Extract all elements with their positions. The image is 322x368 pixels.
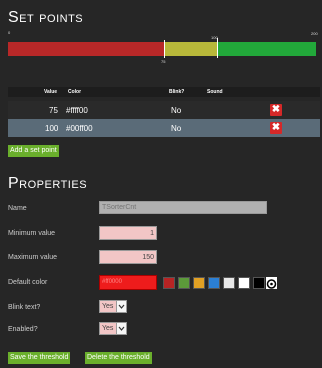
swatch-green[interactable] bbox=[178, 277, 190, 289]
row-value: 100 bbox=[45, 124, 59, 133]
swatch-orange[interactable] bbox=[193, 277, 205, 289]
enabled-select[interactable]: Yes bbox=[99, 322, 127, 335]
chevron-down-icon[interactable] bbox=[116, 323, 126, 334]
row-value: 75 bbox=[49, 106, 58, 115]
col-color: Color bbox=[68, 89, 82, 95]
table-header: Value Color Blink? Sound bbox=[8, 87, 320, 97]
name-label: Name bbox=[8, 205, 27, 212]
setpoints-title: Set points bbox=[8, 9, 84, 26]
swatch-lightgray[interactable] bbox=[223, 277, 235, 289]
bar-segment-red bbox=[8, 42, 164, 56]
blink-text-select[interactable]: Yes bbox=[99, 300, 127, 313]
marker-75[interactable] bbox=[164, 40, 165, 58]
table-row[interactable]: 100 #00ff00 No ✖ bbox=[8, 119, 320, 137]
threshold-bar bbox=[8, 38, 316, 58]
blink-select-value: Yes bbox=[102, 303, 114, 310]
name-input[interactable] bbox=[99, 201, 267, 214]
col-sound: Sound bbox=[207, 89, 223, 95]
color-picker-icon[interactable] bbox=[266, 277, 277, 289]
chevron-down-icon[interactable] bbox=[116, 301, 126, 312]
scale-marker-label: 75 bbox=[161, 59, 166, 64]
row-blink: No bbox=[171, 106, 182, 115]
scale-min-label: 0 bbox=[8, 30, 11, 35]
add-setpoint-button[interactable]: Add a set point bbox=[8, 145, 59, 157]
color-swatches bbox=[163, 277, 277, 289]
properties-title: Properties bbox=[8, 175, 88, 192]
bar-segment-yellow bbox=[164, 42, 218, 56]
enabled-select-value: Yes bbox=[102, 325, 114, 332]
min-value-input[interactable]: 1 bbox=[99, 226, 157, 240]
delete-setpoint-button[interactable]: ✖ bbox=[270, 104, 282, 116]
row-blink: No bbox=[171, 124, 182, 133]
swatch-white[interactable] bbox=[238, 277, 250, 289]
table-row[interactable]: 75 #ffff00 No ✖ bbox=[8, 101, 320, 119]
bar-segment-green bbox=[218, 42, 316, 56]
default-color-label: Default color bbox=[8, 279, 48, 286]
blink-text-label: Blink text? bbox=[8, 304, 41, 311]
enabled-label: Enabled? bbox=[8, 326, 38, 333]
swatch-blue[interactable] bbox=[208, 277, 220, 289]
max-value-label: Maximum value bbox=[8, 254, 58, 261]
swatch-black[interactable] bbox=[253, 277, 265, 289]
scale-max-label: 200 bbox=[311, 31, 318, 36]
col-value: Value bbox=[44, 89, 58, 95]
marker-100[interactable] bbox=[217, 38, 218, 58]
col-blink: Blink? bbox=[169, 89, 185, 95]
max-value-input[interactable]: 150 bbox=[99, 250, 157, 264]
delete-setpoint-button[interactable]: ✖ bbox=[270, 122, 282, 134]
min-value-label: Minimum value bbox=[8, 230, 56, 237]
row-color: #00ff00 bbox=[66, 124, 93, 133]
swatch-red[interactable] bbox=[163, 277, 175, 289]
row-color: #ffff00 bbox=[66, 106, 88, 115]
default-color-input[interactable]: #ff0000 bbox=[99, 275, 157, 290]
save-threshold-button[interactable]: Save the threshold bbox=[8, 352, 71, 364]
delete-threshold-button[interactable]: Delete the threshold bbox=[85, 352, 152, 364]
